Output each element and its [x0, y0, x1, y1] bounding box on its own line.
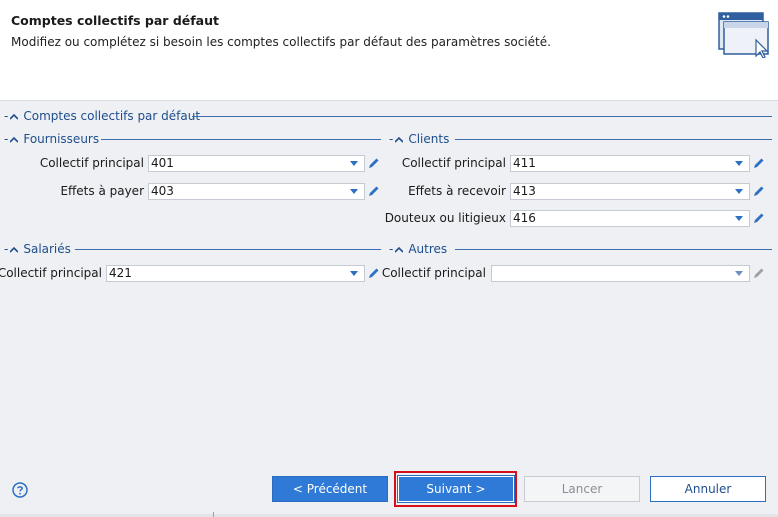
- bottom-divider: [213, 512, 214, 517]
- pencil-icon: [754, 268, 764, 278]
- group-salaries-label: Salariés: [23, 242, 71, 256]
- group-line: [192, 116, 772, 117]
- chevron-down-icon[interactable]: [735, 271, 743, 276]
- fournisseurs-collectif-combo[interactable]: 401: [148, 155, 365, 172]
- clients-collectif-combo[interactable]: 411: [510, 155, 750, 172]
- chevron-down-icon[interactable]: [350, 271, 358, 276]
- group-line: [455, 139, 772, 140]
- cancel-button[interactable]: Annuler: [650, 476, 766, 502]
- chevron-down-icon[interactable]: [735, 189, 743, 194]
- window-cursor-icon: [718, 12, 769, 58]
- header-separator: [0, 100, 778, 101]
- group-line: [455, 249, 772, 250]
- group-clients-label: Clients: [408, 132, 450, 146]
- group-autres[interactable]: - Autres: [389, 242, 447, 256]
- group-salaries[interactable]: - Salariés: [4, 242, 71, 256]
- pencil-icon[interactable]: [368, 157, 380, 169]
- pencil-icon[interactable]: [753, 185, 765, 197]
- group-comptes-collectifs[interactable]: - Comptes collectifs par défaut: [4, 109, 200, 123]
- fournisseurs-collectif-label: Collectif principal: [39, 156, 144, 170]
- group-autres-label: Autres: [408, 242, 448, 256]
- group-fournisseurs-label: Fournisseurs: [23, 132, 100, 146]
- chevron-up-icon: [10, 136, 19, 143]
- pencil-icon[interactable]: [368, 185, 380, 197]
- chevron-up-icon: [395, 246, 404, 253]
- chevron-up-icon: [10, 113, 19, 120]
- fournisseurs-effets-combo[interactable]: 403: [148, 183, 365, 200]
- launch-button[interactable]: Lancer: [524, 476, 640, 502]
- group-line: [75, 249, 381, 250]
- wizard-header: Comptes collectifs par défaut Modifiez o…: [0, 0, 778, 100]
- clients-douteux-combo[interactable]: 416: [510, 210, 750, 227]
- fournisseurs-effets-label: Effets à payer: [60, 184, 144, 198]
- chevron-down-icon[interactable]: [735, 161, 743, 166]
- previous-button[interactable]: < Précédent: [272, 476, 388, 502]
- pencil-icon[interactable]: [753, 212, 765, 224]
- next-button-highlight: [394, 471, 517, 507]
- help-circle-icon[interactable]: [12, 482, 28, 498]
- chevron-down-icon[interactable]: [735, 216, 743, 221]
- clients-douteux-label: Douteux ou litigieux: [384, 211, 506, 225]
- group-line: [101, 139, 381, 140]
- pencil-icon[interactable]: [368, 267, 380, 279]
- chevron-up-icon: [10, 246, 19, 253]
- pencil-icon[interactable]: [753, 157, 765, 169]
- chevron-down-icon[interactable]: [350, 161, 358, 166]
- clients-effets-combo[interactable]: 413: [510, 183, 750, 200]
- group-fournisseurs[interactable]: - Fournisseurs: [4, 132, 99, 146]
- group-comptes-collectifs-label: Comptes collectifs par défaut: [23, 109, 201, 123]
- clients-effets-label: Effets à recevoir: [408, 184, 506, 198]
- salaries-collectif-combo[interactable]: 421: [106, 265, 365, 282]
- chevron-up-icon: [395, 136, 404, 143]
- salaries-collectif-label: Collectif principal: [0, 266, 102, 280]
- autres-collectif-combo[interactable]: [491, 265, 750, 282]
- group-clients[interactable]: - Clients: [389, 132, 449, 146]
- clients-collectif-label: Collectif principal: [401, 156, 506, 170]
- page-subtitle: Modifiez ou complétez si besoin les comp…: [11, 35, 551, 49]
- chevron-down-icon[interactable]: [350, 189, 358, 194]
- autres-collectif-label: Collectif principal: [381, 266, 486, 280]
- page-title: Comptes collectifs par défaut: [11, 13, 219, 28]
